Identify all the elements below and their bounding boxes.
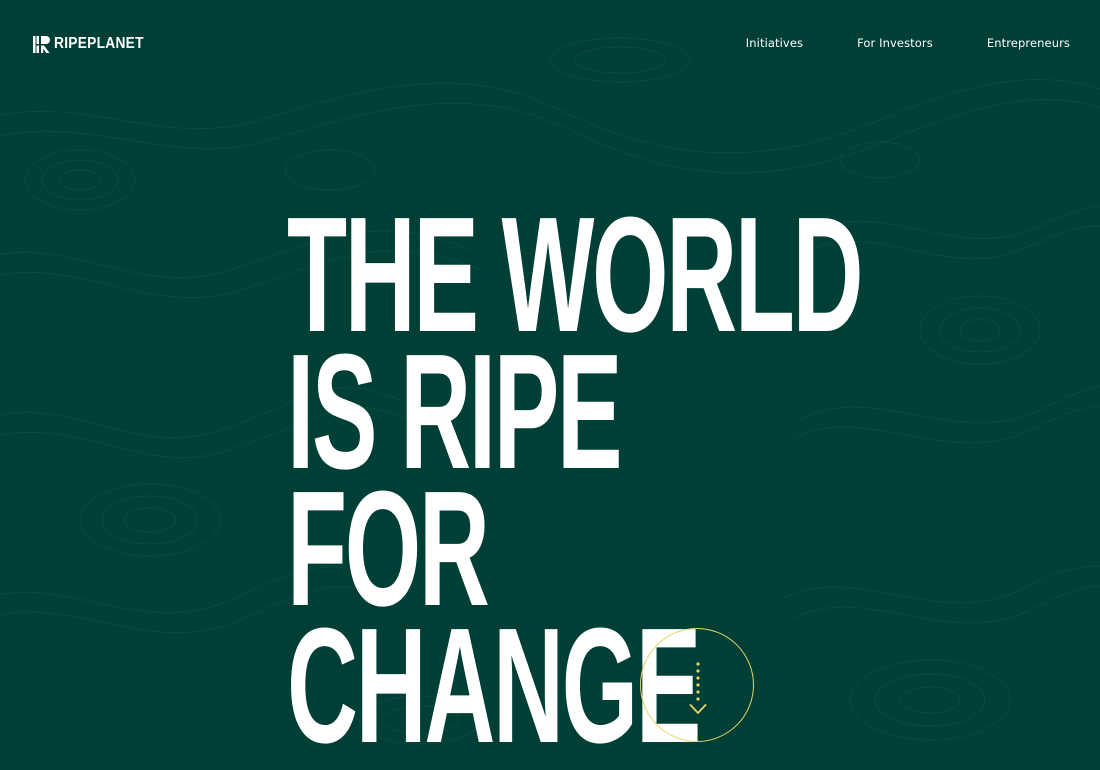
main-nav: Initiatives For Investors Entrepreneurs (746, 36, 1070, 50)
brand-name: RIPEPLANET (54, 35, 144, 52)
hero-headline: THE WORLD IS RIPE FOR CHANGE (287, 193, 864, 770)
scroll-down-button[interactable] (640, 628, 754, 742)
nav-item-initiatives[interactable]: Initiatives (746, 36, 803, 50)
nav-item-entrepreneurs[interactable]: Entrepreneurs (987, 36, 1070, 50)
hero-line-4: CHANGE (287, 594, 701, 770)
ripeplanet-logo-mark-icon (33, 35, 50, 53)
brand-logo[interactable]: RIPEPLANET (33, 34, 158, 54)
arrow-down-icon (689, 662, 707, 714)
nav-item-for-investors[interactable]: For Investors (857, 36, 933, 50)
site-header: RIPEPLANET Initiatives For Investors Ent… (0, 0, 1100, 88)
